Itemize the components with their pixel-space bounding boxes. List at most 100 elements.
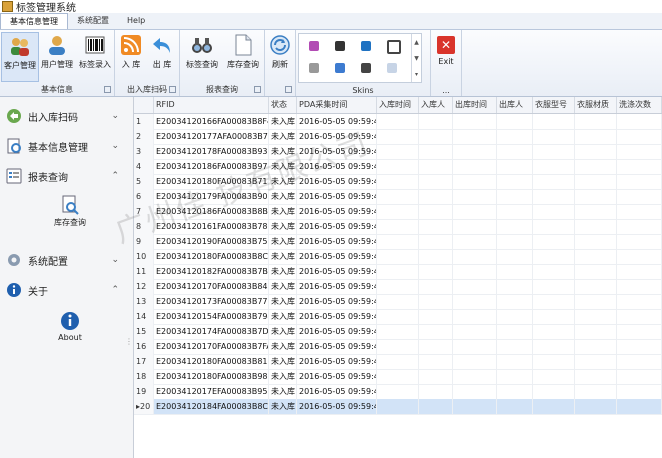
row-number[interactable]: 3: [134, 144, 154, 159]
skin-swatch-icon[interactable]: [387, 63, 397, 73]
table-cell[interactable]: [377, 114, 419, 129]
stock-in-button[interactable]: 入 库: [118, 32, 144, 70]
table-cell[interactable]: [497, 204, 533, 219]
table-cell[interactable]: [497, 144, 533, 159]
table-row[interactable]: 16 E20034120170FA00083B7FAE 未入库 2016-05-05 …: [134, 339, 662, 355]
table-cell[interactable]: 2016-05-05 09:59:41: [297, 129, 377, 144]
table-cell[interactable]: [617, 264, 662, 279]
table-cell[interactable]: [617, 384, 662, 399]
exit-button[interactable]: ✕ Exit: [435, 32, 457, 66]
table-cell[interactable]: [453, 114, 497, 129]
table-cell[interactable]: [575, 114, 617, 129]
table-cell[interactable]: E20034120190FA00083B7564: [154, 234, 269, 249]
table-cell[interactable]: 2016-05-05 09:59:41: [297, 189, 377, 204]
sidebar-item-basic-info[interactable]: 基本信息管理 ⌄: [0, 133, 133, 159]
table-cell[interactable]: [419, 249, 453, 264]
table-row[interactable]: 7 E20034120186FA00083B8BAC 未入库 2016-05-05 0…: [134, 204, 662, 220]
table-cell[interactable]: E20034120173FA00083B771F: [154, 294, 269, 309]
table-cell[interactable]: [377, 189, 419, 204]
table-row[interactable]: 8 E20034120161FA00083B78CB 未入库 2016-05-05 0…: [134, 219, 662, 235]
row-number[interactable]: 18: [134, 369, 154, 384]
table-cell[interactable]: [453, 234, 497, 249]
table-cell[interactable]: [377, 174, 419, 189]
table-cell[interactable]: [533, 324, 575, 339]
table-cell[interactable]: [419, 174, 453, 189]
table-cell[interactable]: [419, 384, 453, 399]
table-cell[interactable]: 2016-05-05 09:59:41: [297, 354, 377, 369]
group-launcher[interactable]: [169, 86, 176, 93]
table-cell[interactable]: [453, 279, 497, 294]
table-cell[interactable]: [453, 324, 497, 339]
table-cell[interactable]: [377, 339, 419, 354]
table-cell[interactable]: [575, 399, 617, 414]
table-cell[interactable]: [575, 219, 617, 234]
label-query-button[interactable]: 标签查询: [183, 32, 221, 70]
row-number[interactable]: 4: [134, 159, 154, 174]
table-cell[interactable]: [497, 234, 533, 249]
table-cell[interactable]: [419, 309, 453, 324]
table-cell[interactable]: [533, 129, 575, 144]
table-cell[interactable]: 未入库: [269, 264, 297, 279]
table-cell[interactable]: 未入库: [269, 369, 297, 384]
chevron-down-icon[interactable]: ⌄: [111, 111, 119, 121]
table-cell[interactable]: E20034120180FA00083B8116: [154, 354, 269, 369]
table-cell[interactable]: [575, 249, 617, 264]
column-header[interactable]: 入库时间: [377, 97, 419, 113]
table-row[interactable]: 12 E20034120170FA00083B843D 未入库 2016-05-05 …: [134, 279, 662, 295]
table-cell[interactable]: [419, 234, 453, 249]
table-cell[interactable]: [533, 174, 575, 189]
table-cell[interactable]: 2016-05-05 09:59:41: [297, 219, 377, 234]
table-cell[interactable]: [497, 129, 533, 144]
table-cell[interactable]: [497, 249, 533, 264]
table-cell[interactable]: E20034120179FA00083B907C: [154, 189, 269, 204]
table-cell[interactable]: E20034120186FA00083B979A: [154, 159, 269, 174]
table-cell[interactable]: [533, 369, 575, 384]
table-cell[interactable]: 未入库: [269, 219, 297, 234]
table-cell[interactable]: [453, 384, 497, 399]
table-cell[interactable]: 2016-05-05 09:59:41: [297, 294, 377, 309]
table-cell[interactable]: [419, 264, 453, 279]
table-cell[interactable]: 未入库: [269, 249, 297, 264]
table-cell[interactable]: [377, 249, 419, 264]
user-manage-button[interactable]: 用户管理: [39, 32, 75, 70]
table-cell[interactable]: [533, 279, 575, 294]
group-launcher[interactable]: [254, 86, 261, 93]
table-cell[interactable]: [453, 369, 497, 384]
table-cell[interactable]: [533, 144, 575, 159]
table-cell[interactable]: 2016-05-05 09:59:41: [297, 264, 377, 279]
sidebar-item-report[interactable]: 报表查询 ⌃: [0, 163, 133, 189]
row-number[interactable]: 13: [134, 294, 154, 309]
table-cell[interactable]: E20034120177AFA00083B77D5: [154, 129, 269, 144]
table-row[interactable]: 2E20034120177AFA00083B77D5未入库2016-05-05 …: [134, 129, 662, 145]
table-cell[interactable]: E20034120184FA00083B8CE5: [154, 399, 269, 414]
table-cell[interactable]: [419, 189, 453, 204]
table-cell[interactable]: [617, 189, 662, 204]
table-cell[interactable]: [533, 219, 575, 234]
table-cell[interactable]: [377, 279, 419, 294]
table-cell[interactable]: E20034120182FA00083B7BA5: [154, 264, 269, 279]
table-cell[interactable]: 2016-05-05 09:59:41: [297, 174, 377, 189]
table-cell[interactable]: E20034120170FA00083B843D: [154, 279, 269, 294]
table-cell[interactable]: [617, 159, 662, 174]
row-number[interactable]: 15: [134, 324, 154, 339]
table-row[interactable]: 13 E20034120173FA00083B771F 未入库 2016-05-05 …: [134, 294, 662, 310]
row-number[interactable]: 14: [134, 309, 154, 324]
table-cell[interactable]: [497, 189, 533, 204]
table-cell[interactable]: [419, 114, 453, 129]
table-cell[interactable]: [617, 324, 662, 339]
table-cell[interactable]: [617, 234, 662, 249]
sidebar-item-about[interactable]: 关于 ⌃: [0, 277, 133, 303]
table-cell[interactable]: E20034120170FA00083B7FAE: [154, 339, 269, 354]
table-cell[interactable]: [419, 204, 453, 219]
gallery-expand-icon[interactable]: ▾: [415, 71, 418, 78]
table-cell[interactable]: [419, 279, 453, 294]
table-cell[interactable]: [617, 204, 662, 219]
table-cell[interactable]: 2016-05-05 09:59:41: [297, 399, 377, 414]
table-cell[interactable]: [497, 309, 533, 324]
table-cell[interactable]: E2003412017EFA00083B956D: [154, 384, 269, 399]
table-cell[interactable]: [497, 159, 533, 174]
table-cell[interactable]: [575, 264, 617, 279]
table-cell[interactable]: [575, 279, 617, 294]
skin-swatch-icon[interactable]: [361, 41, 371, 51]
table-cell[interactable]: [419, 324, 453, 339]
